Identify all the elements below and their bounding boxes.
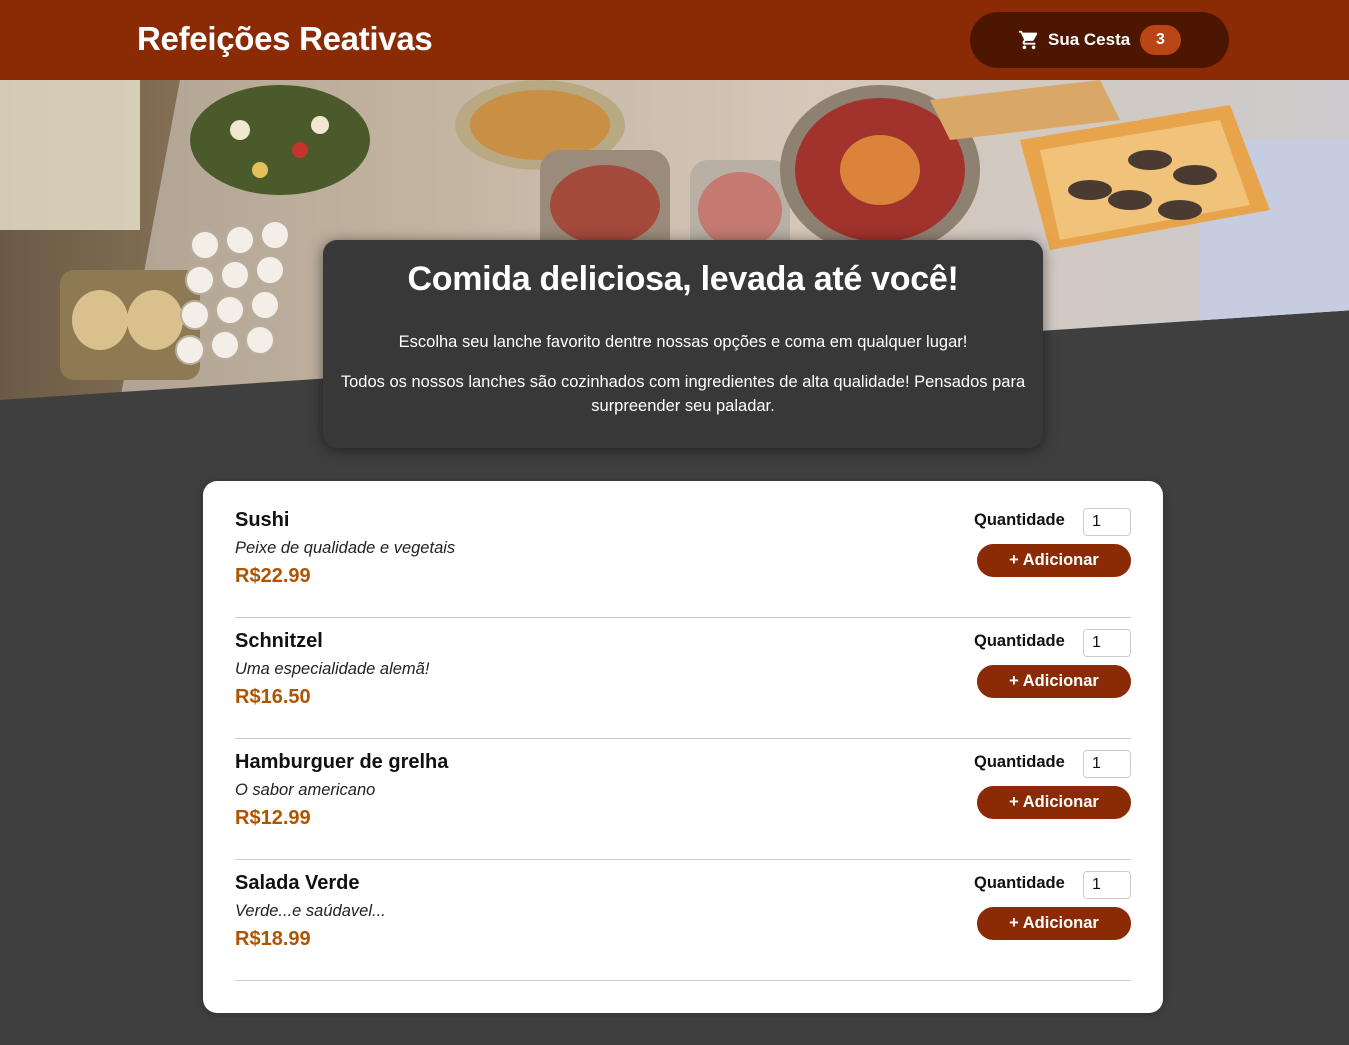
add-button[interactable]: + Adicionar	[977, 907, 1131, 940]
meal-description: Verde...e saúdavel...	[235, 902, 386, 920]
meal-name: Sushi	[235, 509, 290, 531]
meal-price: R$18.99	[235, 928, 311, 950]
meal-price: R$16.50	[235, 686, 311, 708]
meal-price: R$12.99	[235, 807, 311, 829]
meal-description: Peixe de qualidade e vegetais	[235, 539, 456, 557]
meals-list: Sushi Peixe de qualidade e vegetais R$22…	[203, 481, 1163, 1013]
meal-item: Salada Verde Verde...e saúdavel... R$18.…	[235, 860, 1131, 981]
cart-icon	[1018, 30, 1038, 50]
quantity-label: Quantidade	[974, 632, 1065, 650]
quantity-input[interactable]	[1083, 508, 1131, 536]
add-button[interactable]: + Adicionar	[977, 786, 1131, 819]
meal-name: Hamburguer de grelha	[235, 751, 449, 773]
summary-paragraph-2: Todos os nossos lanches são cozinhados c…	[340, 373, 1026, 415]
app-header: Refeições Reativas Sua Cesta 3	[0, 0, 1349, 80]
add-button[interactable]: + Adicionar	[977, 665, 1131, 698]
quantity-label: Quantidade	[974, 511, 1065, 529]
brand-title: Refeições Reativas	[137, 20, 433, 57]
meal-item: Sushi Peixe de qualidade e vegetais R$22…	[235, 497, 1131, 618]
page: Refeições Reativas Sua Cesta 3 Comida de…	[0, 0, 1349, 1045]
meal-name: Salada Verde	[235, 872, 360, 894]
summary-title: Comida deliciosa, levada até você!	[407, 260, 959, 298]
cart-button[interactable]: Sua Cesta 3	[970, 12, 1229, 68]
meal-description: Uma especialidade alemã!	[235, 660, 430, 678]
quantity-input[interactable]	[1083, 629, 1131, 657]
meal-name: Schnitzel	[235, 630, 323, 652]
meal-price: R$22.99	[235, 565, 311, 587]
quantity-input[interactable]	[1083, 750, 1131, 778]
quantity-label: Quantidade	[974, 874, 1065, 892]
meal-description: O sabor americano	[235, 781, 376, 799]
cart-count-badge: 3	[1140, 25, 1181, 55]
quantity-input[interactable]	[1083, 871, 1131, 899]
cart-label: Sua Cesta	[1048, 30, 1131, 49]
meal-item: Hamburguer de grelha O sabor americano R…	[235, 739, 1131, 860]
add-button[interactable]: + Adicionar	[977, 544, 1131, 577]
summary-paragraph-1: Escolha seu lanche favorito dentre nossa…	[398, 333, 968, 351]
meal-item: Schnitzel Uma especialidade alemã! R$16.…	[235, 618, 1131, 739]
summary-card: Comida deliciosa, levada até você! Escol…	[323, 240, 1043, 448]
quantity-label: Quantidade	[974, 753, 1065, 771]
